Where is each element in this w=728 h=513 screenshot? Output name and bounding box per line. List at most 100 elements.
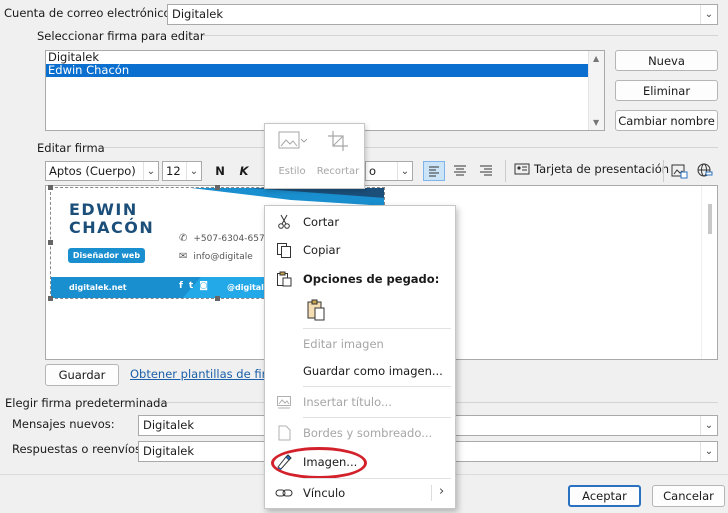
edit-signature-legend: Editar firma: [37, 141, 105, 155]
hyperlink-button[interactable]: [696, 162, 714, 180]
new-messages-label: Mensajes nuevos:: [12, 417, 115, 431]
phone-icon: ✆: [179, 233, 188, 244]
menu-item-copy[interactable]: Copiar: [265, 238, 455, 262]
paste-picture-button[interactable]: [303, 297, 329, 323]
font-select[interactable]: Aptos (Cuerpo) ⌄: [45, 161, 159, 181]
signature-handle: @digital: [227, 283, 264, 292]
scroll-down-icon[interactable]: ▼: [593, 118, 599, 127]
align-right-icon: [480, 165, 492, 176]
paste-picture-icon: [307, 299, 325, 321]
signature-badge: Diseñador web: [68, 248, 145, 263]
signature-website: digitalek.net: [69, 283, 127, 292]
crop-icon: [328, 131, 348, 151]
signature-phone: +507-6304-657: [193, 233, 265, 244]
chevron-right-icon: ›: [439, 484, 445, 499]
chevron-down-icon: ⌄: [143, 162, 158, 180]
new-signature-button[interactable]: Nueva: [615, 50, 718, 71]
align-left-button[interactable]: [423, 161, 445, 181]
account-select[interactable]: Digitalek ⌄: [167, 4, 718, 25]
resize-handle[interactable]: [215, 296, 220, 301]
editor-scrollbar[interactable]: [701, 186, 717, 359]
scissors-icon: [265, 214, 303, 230]
signature-last-name: CHACÓN: [69, 218, 155, 237]
menu-item-label: Editar imagen: [303, 337, 384, 351]
default-signature-legend: Elegir firma predeterminada: [5, 396, 168, 410]
save-signature-button[interactable]: Guardar: [45, 364, 119, 386]
facebook-icon: f: [179, 281, 183, 291]
highlight-circle: [271, 447, 367, 479]
cancel-button[interactable]: Cancelar: [652, 485, 725, 507]
mail-icon: ✉: [179, 251, 188, 262]
copy-icon: [265, 242, 303, 258]
paragraph-value: o: [369, 164, 377, 178]
replies-label: Respuestas o reenvíos:: [12, 442, 145, 456]
menu-item-cut[interactable]: Cortar: [265, 210, 455, 234]
font-size-value: 12: [166, 164, 181, 178]
menu-item-label: Copiar: [303, 243, 341, 257]
new-messages-value: Digitalek: [143, 418, 195, 432]
resize-handle[interactable]: [48, 296, 53, 301]
twitter-icon: t: [188, 281, 194, 291]
signature-list-item-selected[interactable]: Edwin Chacón: [46, 64, 588, 77]
font-size-select[interactable]: 12 ⌄: [162, 161, 202, 181]
clipboard-icon: [265, 271, 303, 287]
image-mini-toolbar: Estilo Recortar: [264, 123, 365, 189]
scroll-up-icon[interactable]: ▲: [593, 54, 599, 63]
align-right-button[interactable]: [476, 162, 496, 180]
crop-button[interactable]: Recortar: [315, 130, 361, 182]
signature-first-name: EDWIN: [69, 200, 138, 219]
link-icon: [265, 487, 303, 499]
resize-handle[interactable]: [215, 185, 220, 190]
menu-item-insert-title[interactable]: Insertar título...: [265, 390, 455, 414]
menu-item-link[interactable]: Vínculo ›: [265, 481, 455, 505]
replies-value: Digitalek: [143, 444, 195, 458]
italic-button[interactable]: K: [234, 162, 254, 180]
signature-list-item[interactable]: Digitalek: [46, 51, 604, 64]
menu-item-label: Opciones de pegado:: [303, 272, 440, 286]
picture-style-icon: [278, 131, 307, 149]
save-signature-label: Guardar: [58, 368, 106, 382]
select-signature-legend: Seleccionar firma para editar: [37, 29, 205, 43]
paragraph-select[interactable]: o ⌄: [365, 161, 413, 181]
business-card-button[interactable]: Tarjeta de presentación: [514, 162, 669, 176]
ok-button[interactable]: Aceptar: [568, 485, 641, 507]
business-card-icon: [514, 163, 530, 175]
style-label: Estilo: [278, 166, 306, 177]
delete-signature-button[interactable]: Eliminar: [615, 80, 718, 101]
account-label: Cuenta de correo electrónico:: [4, 6, 175, 20]
menu-item-label: Cortar: [303, 215, 340, 229]
menu-item-borders[interactable]: Bordes y sombreado...: [265, 421, 455, 445]
style-button[interactable]: Estilo: [271, 130, 313, 182]
menu-item-paste-options: Opciones de pegado:: [265, 267, 455, 291]
crop-label: Recortar: [316, 166, 360, 177]
signature-email: info@digitale: [193, 251, 253, 262]
menu-item-label: Guardar como imagen...: [303, 364, 443, 378]
context-menu: Cortar Copiar Opciones de pegado: Editar…: [264, 205, 456, 509]
rename-signature-button[interactable]: Cambiar nombre: [615, 110, 718, 131]
align-center-icon: [454, 165, 466, 176]
resize-handle[interactable]: [48, 185, 53, 190]
menu-item-save-as-image[interactable]: Guardar como imagen...: [265, 359, 455, 383]
chevron-down-icon: ⌄: [700, 5, 717, 24]
chevron-down-icon: ⌄: [186, 162, 201, 180]
signature-list[interactable]: Digitalek Edwin Chacón ▲ ▼: [45, 50, 605, 131]
align-left-icon: [429, 166, 439, 177]
resize-handle[interactable]: [48, 240, 53, 245]
scroll-thumb[interactable]: [708, 204, 712, 234]
borders-icon: [265, 425, 303, 441]
chevron-down-icon: ⌄: [700, 416, 717, 435]
align-center-button[interactable]: [450, 162, 470, 180]
menu-item-label: Vínculo: [303, 486, 346, 500]
chevron-down-icon: ⌄: [700, 442, 717, 461]
hyperlink-icon: [697, 163, 713, 177]
chevron-down-icon: ⌄: [397, 162, 412, 180]
font-value: Aptos (Cuerpo): [49, 164, 136, 178]
business-card-label: Tarjeta de presentación: [534, 162, 670, 176]
insert-picture-button[interactable]: [670, 162, 688, 180]
list-scrollbar[interactable]: ▲ ▼: [588, 51, 604, 130]
bold-button[interactable]: N: [210, 162, 230, 180]
instagram-icon: ◙: [199, 281, 208, 291]
templates-link[interactable]: Obtener plantillas de firma: [130, 367, 284, 381]
menu-item-label: Bordes y sombreado...: [303, 426, 433, 440]
menu-item-edit-image[interactable]: Editar imagen: [265, 332, 455, 356]
